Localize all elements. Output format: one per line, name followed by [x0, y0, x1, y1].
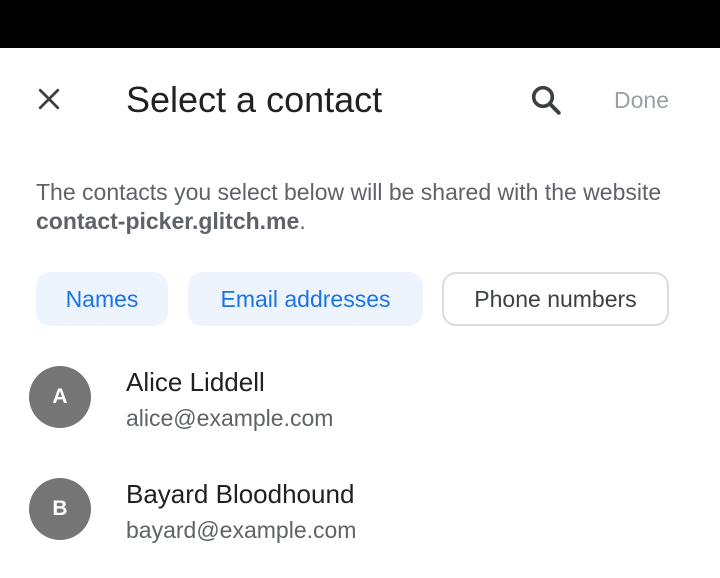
- contact-email: bayard@example.com: [126, 517, 357, 543]
- contact-row[interactable]: A Alice Liddell alice@example.com: [0, 356, 720, 466]
- description-prefix: The contacts you select below will be sh…: [36, 179, 662, 205]
- avatar: A: [29, 366, 91, 428]
- done-button[interactable]: Done: [614, 86, 669, 114]
- website-name: contact-picker.glitch.me: [36, 208, 300, 234]
- close-icon[interactable]: [34, 84, 64, 114]
- contact-name: Bayard Bloodhound: [126, 479, 355, 509]
- filter-chip-email-addresses[interactable]: Email addresses: [188, 272, 423, 326]
- avatar: B: [29, 478, 91, 540]
- share-description: The contacts you select below will be sh…: [36, 178, 676, 236]
- dialog-header: Select a contact Done: [0, 48, 720, 152]
- contact-name: Alice Liddell: [126, 367, 265, 397]
- contact-row[interactable]: B Bayard Bloodhound bayard@example.com: [0, 468, 720, 578]
- description-suffix: .: [299, 208, 306, 234]
- status-bar: [0, 0, 720, 48]
- contact-email: alice@example.com: [126, 405, 334, 431]
- filter-chip-names[interactable]: Names: [36, 272, 168, 326]
- search-icon[interactable]: [528, 82, 564, 118]
- dialog-title: Select a contact: [126, 79, 383, 120]
- filter-chip-phone-numbers[interactable]: Phone numbers: [442, 272, 669, 326]
